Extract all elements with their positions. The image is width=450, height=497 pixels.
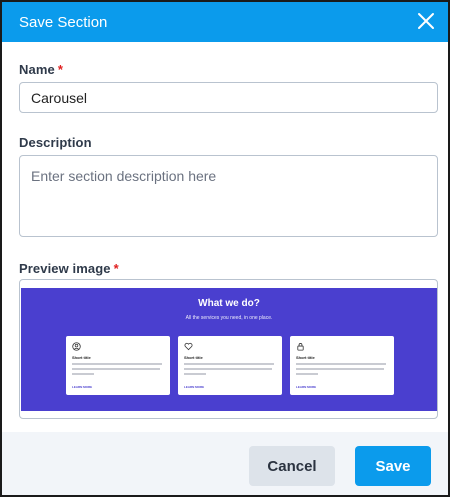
card-title: Short title [296, 355, 315, 360]
description-textarea[interactable] [19, 155, 438, 237]
dialog-title: Save Section [19, 14, 108, 31]
save-button[interactable]: Save [355, 446, 431, 486]
card-text-line [72, 363, 162, 365]
required-marker: * [113, 261, 119, 276]
preview-card: Short title LEARN MORE [290, 336, 394, 395]
preview-image-label: Preview image * [19, 261, 119, 276]
card-text-line [184, 368, 272, 370]
preview-card: Short title LEARN MORE [66, 336, 170, 395]
card-text-line [296, 368, 384, 370]
preview-heading: What we do? [198, 298, 260, 309]
card-link: LEARN MORE [72, 385, 93, 389]
required-marker: * [57, 62, 63, 77]
card-link: LEARN MORE [296, 385, 317, 389]
card-text-line [72, 368, 160, 370]
preview-image: What we do? All the services you need, i… [19, 279, 438, 419]
card-text-line [296, 373, 318, 375]
dialog-footer: Cancel Save [2, 432, 448, 495]
heart-icon [184, 342, 193, 351]
name-label-text: Name [19, 62, 55, 77]
card-text-line [296, 363, 386, 365]
card-link: LEARN MORE [184, 385, 205, 389]
name-input[interactable] [19, 82, 438, 113]
card-text-line [184, 363, 274, 365]
preview-subheading: All the services you need, in one place. [185, 315, 273, 321]
card-text-line [72, 373, 94, 375]
card-title: Short title [72, 355, 91, 360]
description-label: Description [19, 135, 92, 150]
card-text-line [184, 373, 206, 375]
close-icon[interactable] [416, 11, 436, 31]
user-circle-icon [72, 342, 81, 351]
lock-icon [297, 343, 304, 351]
preview-label-text: Preview image [19, 261, 111, 276]
cancel-button[interactable]: Cancel [249, 446, 335, 486]
preview-banner: What we do? All the services you need, i… [21, 288, 437, 411]
save-section-dialog: Save Section Name* Description Preview i… [0, 0, 450, 497]
preview-card: Short title LEARN MORE [178, 336, 282, 395]
card-title: Short title [184, 355, 203, 360]
name-label: Name * [19, 62, 63, 77]
dialog-header: Save Section [2, 2, 448, 42]
